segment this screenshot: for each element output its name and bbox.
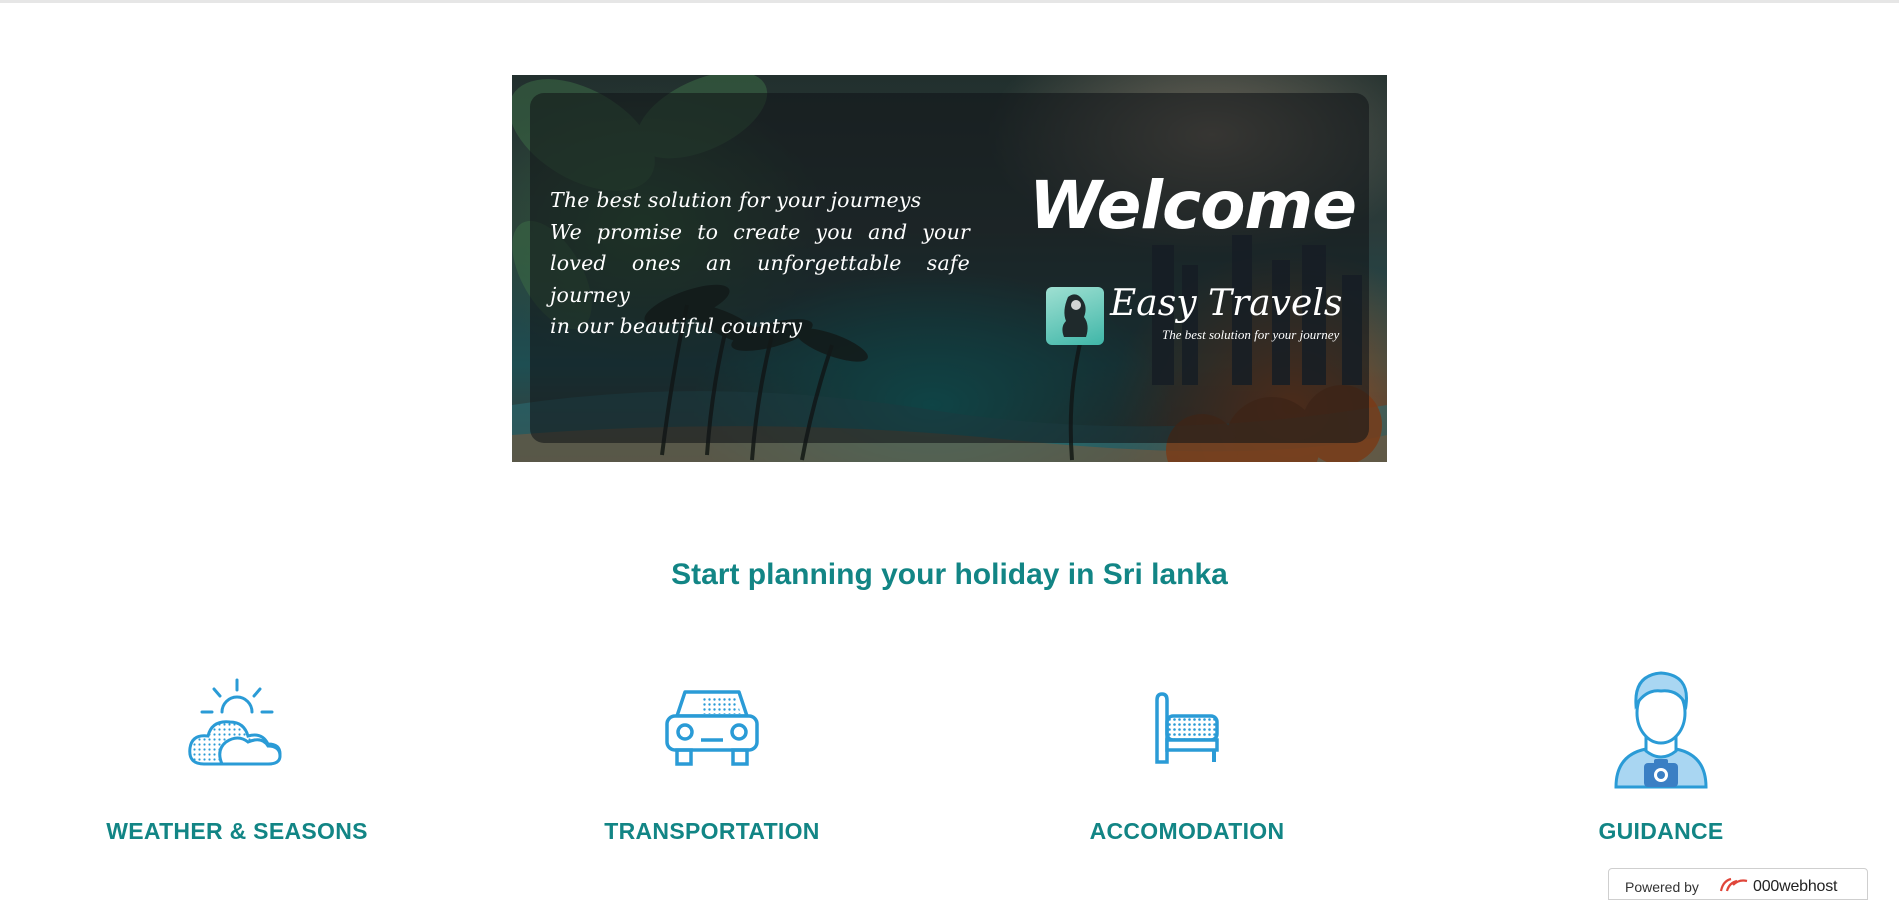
feature-label-weather: WEATHER & SEASONS	[106, 818, 368, 844]
webhost-logo-icon	[1719, 877, 1748, 892]
brand-tagline: The best solution for your journey	[1162, 327, 1340, 342]
banner-tagline: The best solution for your journeys We p…	[550, 185, 970, 343]
planning-heading: Start planning your holiday in Sri lanka	[671, 558, 1228, 591]
easy-travels-logo	[1046, 287, 1104, 345]
tagline-line: loved ones an unforgettable safe journey	[550, 251, 970, 307]
traveler-silhouette-icon	[1062, 294, 1088, 337]
welcome-banner: The best solution for your journeys We p…	[512, 75, 1387, 462]
feature-label-accomodation: ACCOMODATION	[1089, 818, 1285, 844]
car-icon	[665, 690, 759, 766]
tagline-line: in our beautiful country	[550, 314, 803, 338]
feature-weather[interactable]: WEATHER & SEASONS	[37, 672, 437, 844]
weather-cloud-sun-icon	[188, 678, 282, 766]
bed-icon	[1155, 692, 1219, 764]
webhost-name: 000webhost	[1753, 878, 1838, 895]
brand-name: Easy Travels	[1110, 283, 1343, 324]
guide-person-camera-icon	[1614, 671, 1708, 789]
welcome-title: Welcome	[1029, 167, 1357, 244]
powered-by-badge[interactable]: Powered by 000webhost	[1608, 868, 1868, 900]
feature-label-guidance: GUIDANCE	[1598, 818, 1724, 844]
feature-accomodation[interactable]: ACCOMODATION	[987, 672, 1387, 844]
feature-guidance[interactable]: GUIDANCE	[1461, 665, 1861, 844]
tagline-line: The best solution for your journeys	[550, 188, 922, 212]
feature-label-transportation: TRANSPORTATION	[604, 818, 820, 844]
tagline-line: We promise to create you and your	[550, 219, 970, 244]
feature-transportation[interactable]: TRANSPORTATION	[512, 672, 912, 844]
top-divider	[0, 0, 1899, 3]
